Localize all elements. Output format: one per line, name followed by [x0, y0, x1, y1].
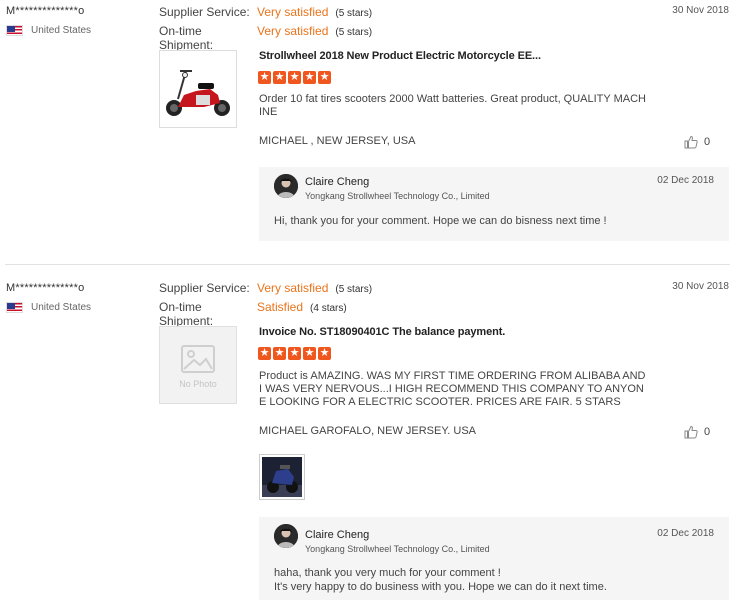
reply-text: Hi, thank you for your comment. Hope we … [274, 215, 607, 227]
supplier-service-rating: Supplier Service: Very satisfied (5 star… [159, 5, 372, 19]
review-2: M**************o United States Supplier … [0, 276, 750, 600]
review-date: 30 Nov 2018 [672, 5, 729, 16]
star-icon [258, 70, 271, 85]
supplier-service-value: Very satisfied [257, 281, 329, 295]
like-count: 0 [704, 136, 711, 148]
star-icon [288, 346, 301, 361]
review-divider [5, 264, 730, 265]
no-photo-icon [181, 345, 215, 373]
shipment-stars: (4 stars) [310, 303, 347, 314]
product-rating-stars [258, 70, 331, 85]
review-comment: Order 10 fat tires scooters 2000 Watt ba… [259, 93, 646, 118]
like-count: 0 [704, 426, 711, 438]
star-icon [258, 346, 271, 361]
supplier-reply: Claire Cheng Yongkang Strollwheel Techno… [259, 517, 729, 600]
reviewer-location: MICHAEL , NEW JERSEY, USA [259, 135, 416, 147]
product-title-link[interactable]: Strollwheel 2018 New Product Electric Mo… [259, 50, 541, 62]
like-button[interactable]: 0 [684, 135, 710, 149]
like-button[interactable]: 0 [684, 425, 710, 439]
avatar [274, 524, 298, 548]
shipment-label: On-time Shipment: [159, 300, 214, 328]
supplier-service-stars: (5 stars) [335, 284, 373, 295]
star-icon [273, 70, 286, 85]
reply-author-name: Claire Cheng [305, 176, 370, 188]
thumbs-up-icon [684, 425, 698, 439]
country-label: United States [31, 25, 92, 36]
reply-company: Yongkang Strollwheel Technology Co., Lim… [305, 191, 490, 201]
review-comment: Product is AMAZING. WAS MY FIRST TIME OR… [259, 370, 646, 408]
product-thumbnail[interactable]: No Photo [159, 326, 237, 404]
buyer-country: United States [6, 25, 91, 36]
scooter-photo-image [262, 457, 302, 497]
reply-text-line-2: It's very happy to do business with you.… [274, 581, 607, 593]
thumbs-up-icon [684, 135, 698, 149]
us-flag-icon [6, 302, 23, 313]
supplier-service-rating: Supplier Service: Very satisfied (5 star… [159, 281, 372, 295]
star-icon [318, 346, 331, 361]
star-icon [288, 70, 301, 85]
avatar [274, 174, 298, 198]
shipment-label: On-time Shipment: [159, 24, 214, 52]
product-title-link[interactable]: Invoice No. ST18090401C The balance paym… [259, 326, 505, 338]
reply-date: 02 Dec 2018 [657, 528, 714, 539]
shipment-value: Very satisfied [257, 24, 329, 38]
supplier-reply: Claire Cheng Yongkang Strollwheel Techno… [259, 167, 729, 241]
star-icon [318, 70, 331, 85]
buyer-name: M**************o [6, 5, 85, 17]
product-thumbnail[interactable] [159, 50, 237, 128]
reply-text-line-1: haha, thank you very much for your comme… [274, 567, 501, 579]
shipment-value: Satisfied [257, 300, 304, 314]
star-icon [273, 346, 286, 361]
shipment-rating: On-time Shipment: Satisfied (4 stars) [159, 300, 347, 328]
star-icon [303, 70, 316, 85]
country-label: United States [31, 302, 92, 313]
attached-photo[interactable] [259, 454, 305, 500]
star-icon [303, 346, 316, 361]
buyer-name: M**************o [6, 282, 85, 294]
reply-date: 02 Dec 2018 [657, 175, 714, 186]
reply-author-name: Claire Cheng [305, 529, 370, 541]
us-flag-icon [6, 25, 23, 36]
supplier-service-stars: (5 stars) [335, 8, 373, 19]
supplier-service-label: Supplier Service: [159, 5, 250, 19]
buyer-country: United States [6, 302, 91, 313]
reviewer-location: MICHAEL GAROFALO, NEW JERSEY. USA [259, 425, 476, 437]
reply-company: Yongkang Strollwheel Technology Co., Lim… [305, 544, 490, 554]
shipment-rating: On-time Shipment: Very satisfied (5 star… [159, 24, 372, 52]
product-rating-stars [258, 346, 331, 361]
review-date: 30 Nov 2018 [672, 281, 729, 292]
review-1: M**************o United States Supplier … [0, 0, 750, 262]
motorcycle-image [166, 70, 230, 116]
supplier-service-label: Supplier Service: [159, 281, 250, 295]
shipment-stars: (5 stars) [335, 27, 373, 38]
no-photo-label: No Photo [179, 379, 217, 389]
supplier-service-value: Very satisfied [257, 5, 329, 19]
